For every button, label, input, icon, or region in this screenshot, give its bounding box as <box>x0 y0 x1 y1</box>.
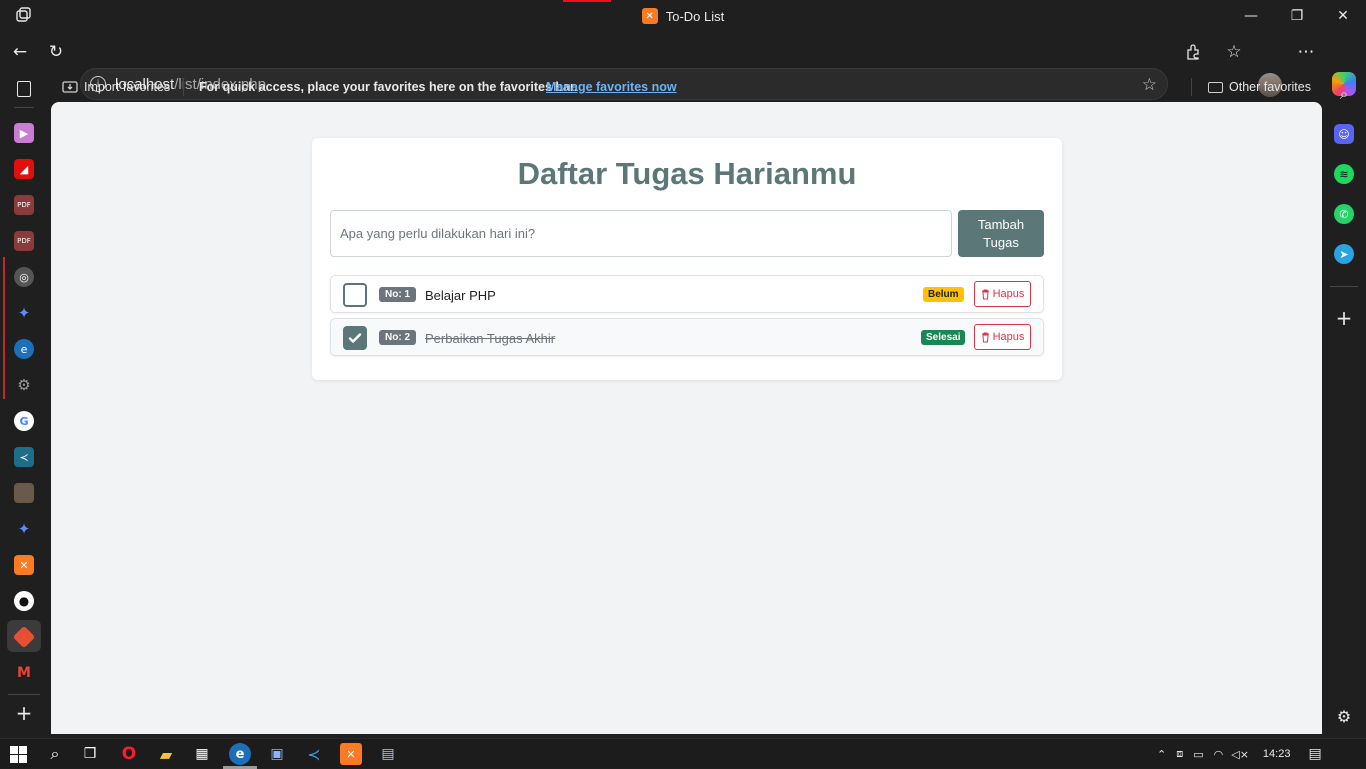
task-input[interactable] <box>330 210 952 257</box>
delete-button[interactable]: Hapus <box>974 281 1031 307</box>
page-title: Daftar Tugas Harianmu <box>517 156 857 191</box>
google-icon[interactable]: G <box>14 411 34 431</box>
other-favorites-button[interactable]: Other favorites <box>1208 80 1311 94</box>
gemini-icon[interactable]: ✦ <box>14 519 34 539</box>
edge-icon[interactable]: e <box>14 339 34 359</box>
close-button[interactable]: ✕ <box>1320 0 1366 32</box>
play-icon[interactable]: ▶ <box>14 123 34 143</box>
pdf-icon[interactable]: PDF <box>14 195 34 215</box>
add-icon[interactable]: + <box>14 701 34 725</box>
file-explorer-icon[interactable]: ▰ <box>155 743 177 765</box>
task-name: Belajar PHP <box>425 288 496 303</box>
task-name: Perbaikan Tugas Akhir <box>425 331 556 346</box>
more-options-icon[interactable]: ⋯ <box>1294 40 1318 64</box>
browser-toolbar: ← ↻ i localhost/list/index.php ☆ ☆ ⋯ <box>0 32 1366 100</box>
xampp-icon[interactable]: ✕ <box>340 743 362 765</box>
add-task-button[interactable]: Tambah Tugas <box>958 210 1044 257</box>
delete-button[interactable]: Hapus <box>974 324 1031 350</box>
telegram-icon[interactable]: ➤ <box>1334 244 1354 264</box>
page-viewport: Daftar Tugas Harianmu Tambah Tugas No: 1… <box>51 102 1322 734</box>
camera-icon[interactable]: ⧈ <box>1176 747 1183 761</box>
task-number-badge: No: 2 <box>379 330 416 345</box>
task-view-icon[interactable]: ❒ <box>79 743 101 765</box>
wifi-icon[interactable]: ◠ <box>1214 748 1224 761</box>
volume-muted-icon[interactable]: ◁× <box>1231 748 1249 761</box>
chatgpt-icon[interactable]: ◎ <box>14 267 34 287</box>
favorites-bar: Import favorites For quick access, place… <box>50 72 1322 102</box>
favorites-message: For quick access, place your favorites h… <box>199 80 578 94</box>
chevron-up-icon[interactable]: ⌃ <box>1157 748 1166 761</box>
tab-group-indicator <box>3 257 5 399</box>
divider <box>183 78 184 96</box>
vertical-tabs-sidebar: ▶ ◢ PDF PDF ◎ ✦ e ⚙ G ≺ ✦ ✕ ● M + <box>0 72 48 734</box>
window-title: ✕ To-Do List <box>0 0 1366 32</box>
photos-icon[interactable]: ▣ <box>266 743 288 765</box>
checkmark-icon <box>348 333 362 343</box>
favorites-icon[interactable]: ☆ <box>1222 40 1246 64</box>
vscode-icon[interactable]: ≺ <box>14 447 34 467</box>
import-icon <box>62 81 78 93</box>
task-number-badge: No: 1 <box>379 287 416 302</box>
store-icon[interactable]: ▦ <box>191 743 213 765</box>
import-favorites-button[interactable]: Import favorites <box>62 80 170 94</box>
windows-start-icon[interactable] <box>7 743 29 765</box>
pdf-icon[interactable]: PDF <box>14 231 34 251</box>
gemini-icon[interactable]: ✦ <box>14 303 34 323</box>
divider <box>1330 286 1358 287</box>
vscode-icon[interactable]: ≺ <box>303 743 325 765</box>
spotify-icon[interactable]: ≋ <box>1334 164 1354 184</box>
whatsapp-icon[interactable]: ✆ <box>1334 204 1354 224</box>
settings-icon[interactable]: ⚙ <box>1334 706 1354 726</box>
extensions-icon[interactable] <box>1181 40 1205 64</box>
divider <box>14 107 34 108</box>
trash-icon <box>981 289 989 299</box>
refresh-icon[interactable]: ↻ <box>44 40 68 64</box>
task-checkbox[interactable] <box>343 283 367 307</box>
discord-icon[interactable]: ☺ <box>1334 124 1354 144</box>
status-badge: Selesai <box>921 330 966 345</box>
title-bar: ✕ To-Do List — ❐ ✕ <box>0 0 1366 32</box>
system-tray: ⌃ ⧈ ▭ ◠ ◁× 14:23 ▤ <box>1157 739 1322 769</box>
maximize-button[interactable]: ❐ <box>1274 0 1320 32</box>
window-title-text: To-Do List <box>665 8 725 24</box>
tabs-icon[interactable] <box>17 81 31 97</box>
clock[interactable]: 14:23 <box>1263 748 1291 760</box>
pdf-app-icon[interactable]: ◢ <box>14 159 34 179</box>
notifications-icon[interactable]: ▤ <box>1308 746 1321 762</box>
todo-card: Daftar Tugas Harianmu Tambah Tugas No: 1… <box>312 138 1062 380</box>
battery-icon[interactable]: ▭ <box>1193 748 1203 761</box>
folder-icon <box>1208 81 1223 93</box>
divider <box>8 694 40 695</box>
opera-icon[interactable]: O <box>118 743 140 765</box>
back-arrow-icon[interactable]: ← <box>8 40 32 64</box>
photo-icon[interactable] <box>14 483 34 503</box>
xampp-icon: ✕ <box>641 8 658 24</box>
task-row: No: 1 Belajar PHP Belum Hapus <box>330 275 1044 313</box>
github-icon[interactable]: ● <box>14 591 34 611</box>
task-checkbox[interactable] <box>343 326 367 350</box>
edge-icon[interactable]: e <box>229 743 251 765</box>
divider <box>1191 78 1192 96</box>
minimize-button[interactable]: — <box>1228 0 1274 32</box>
manage-favorites-link[interactable]: Manage favorites now <box>546 80 677 94</box>
status-badge: Belum <box>923 287 964 302</box>
xampp-icon[interactable]: ✕ <box>14 555 34 575</box>
gmail-icon[interactable]: M <box>14 663 34 683</box>
search-icon[interactable]: ⌕ <box>44 743 66 765</box>
add-icon[interactable]: + <box>1334 306 1354 330</box>
windows-taskbar: ⌕ ❒ O ▰ ▦ e ▣ ≺ ✕ ▤ ⌃ ⧈ ▭ ◠ ◁× 14:23 ▤ <box>0 738 1366 769</box>
edge-sidebar: ⌕ ☺ ≋ ✆ ➤ + ⚙ <box>1322 72 1366 734</box>
settings-icon[interactable]: ⚙ <box>14 375 34 395</box>
search-icon[interactable]: ⌕ <box>1334 84 1354 104</box>
notepad-icon[interactable]: ▤ <box>377 743 399 765</box>
task-row: No: 2 Perbaikan Tugas Akhir Selesai Hapu… <box>330 318 1044 356</box>
trash-icon <box>981 332 989 342</box>
